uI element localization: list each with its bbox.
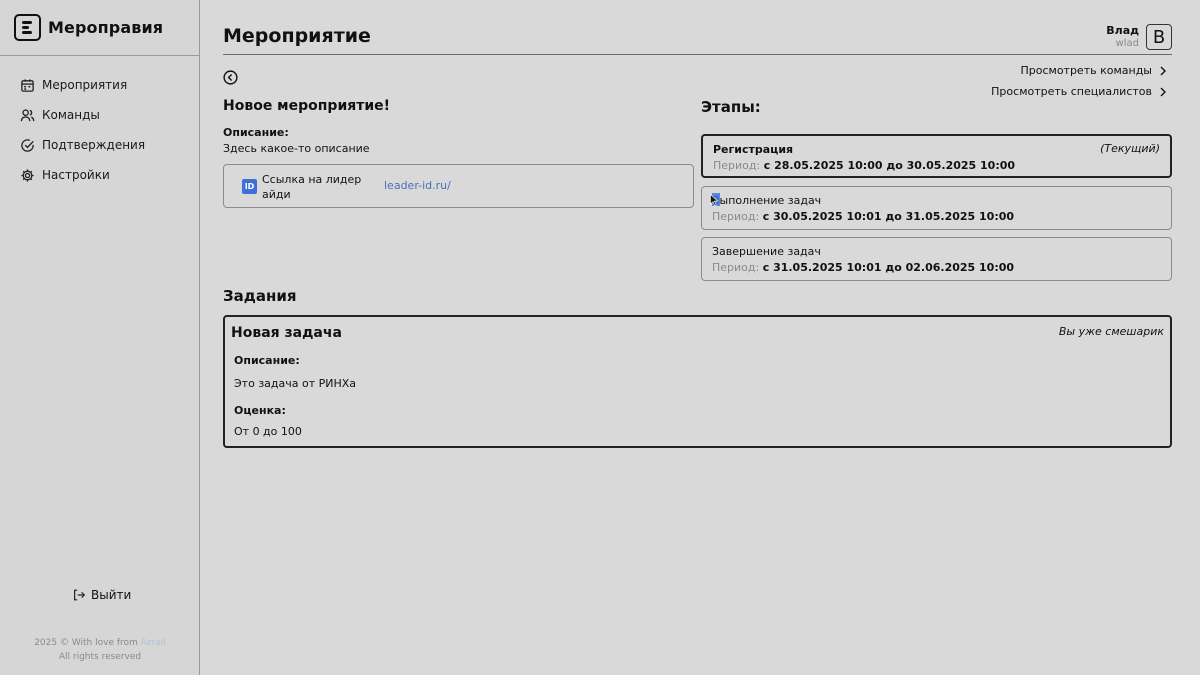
sidebar-nav: Мероприятия Команды Подтверждения Настро…: [0, 70, 199, 190]
view-specialists-link[interactable]: Просмотреть специалистов: [991, 81, 1168, 102]
user-info: Влад wlad: [1106, 24, 1139, 50]
stage-period-label: Период:: [713, 159, 761, 172]
stage-period-value: с 30.05.2025 10:01 до 31.05.2025 10:00: [762, 210, 1015, 223]
tasks-title: Задания: [223, 287, 297, 305]
sidebar-item-teams[interactable]: Команды: [0, 100, 199, 130]
mouse-cursor-icon: [710, 194, 719, 207]
sidebar-item-settings[interactable]: Настройки: [0, 160, 199, 190]
stage-name: Выполнение задач: [712, 194, 822, 207]
stages-title: Этапы:: [701, 98, 761, 116]
sidebar-item-label: Команды: [42, 108, 100, 122]
check-circle-icon: [20, 138, 35, 153]
footer-rights: All rights reserved: [58, 652, 142, 662]
page-title: Мероприятие: [223, 25, 371, 47]
chevron-right-icon: [1160, 87, 1166, 96]
task-status: Вы уже смешарик: [1058, 325, 1164, 338]
gear-icon: [20, 168, 35, 183]
stage-status: (Текущий): [1100, 142, 1160, 155]
user-menu[interactable]: Влад wlad B: [1106, 24, 1172, 50]
sidebar-item-events[interactable]: Мероприятия: [0, 70, 199, 100]
event-desc: Здесь какое-то описание: [223, 142, 370, 155]
stage-period: Период: с 28.05.2025 10:00 до 30.05.2025…: [713, 157, 1160, 174]
view-specialists-label: Просмотреть специалистов: [991, 85, 1152, 98]
stage-period-value: с 31.05.2025 10:01 до 02.06.2025 10:00: [762, 261, 1015, 274]
user-name: Влад: [1106, 24, 1139, 37]
user-login: wlad: [1115, 38, 1139, 49]
brand-name: Мероправия: [48, 18, 164, 37]
footer-copyright: 2025 © With love from: [34, 638, 138, 648]
sidebar-item-label: Подтверждения: [42, 138, 146, 152]
task-score-label: Оценка:: [234, 404, 286, 417]
quick-links: Просмотреть команды Просмотреть специали…: [991, 60, 1168, 102]
task-score: От 0 до 100: [234, 425, 302, 438]
event-title: Новое мероприятие!: [223, 98, 391, 114]
view-teams-link[interactable]: Просмотреть команды: [991, 60, 1168, 81]
logout-label: Выйти: [91, 588, 132, 602]
leader-id-link[interactable]: leader-id.ru/: [384, 179, 451, 192]
leader-id-label: Ссылка на лидер айди: [262, 173, 362, 201]
event-desc-label: Описание:: [223, 126, 289, 139]
calendar-icon: [20, 78, 35, 93]
leader-id-card: ID Ссылка на лидер айди leader-id.ru/: [223, 164, 694, 208]
leader-id-icon: ID: [242, 179, 257, 194]
task-desc-label: Описание:: [234, 354, 300, 367]
stage-period: Период: с 30.05.2025 10:01 до 31.05.2025…: [712, 208, 1161, 225]
header: Мероприятие Влад wlad B: [223, 0, 1172, 55]
sidebar-item-label: Мероприятия: [42, 78, 128, 92]
main-content: Мероприятие Влад wlad B Просмотреть кома…: [223, 0, 1172, 448]
task-name: Новая задача: [231, 325, 342, 341]
stage-card: Выполнение задач Период: с 30.05.2025 10…: [701, 186, 1172, 230]
task-card[interactable]: Новая задача Вы уже смешарик Описание: Э…: [223, 315, 1172, 448]
sidebar: Мероправия Мероприятия Команды Подтвержд…: [0, 0, 200, 675]
brand-logo-icon: [14, 14, 41, 41]
stage-period-label: Период:: [712, 261, 760, 274]
sidebar-item-label: Настройки: [42, 168, 110, 182]
sidebar-item-confirmations[interactable]: Подтверждения: [0, 130, 199, 160]
footer-author-link[interactable]: Azrail: [141, 638, 166, 648]
brand[interactable]: Мероправия: [0, 0, 199, 56]
logout-button[interactable]: Выйти: [72, 588, 131, 602]
footer: 2025 © With love from Azrail All rights …: [0, 636, 200, 664]
chevron-right-icon: [1160, 66, 1166, 75]
users-icon: [20, 108, 35, 123]
arrow-left-circle-icon: [223, 70, 238, 85]
stage-card: Регистрация (Текущий) Период: с 28.05.20…: [701, 134, 1172, 178]
stage-name: Завершение задач: [712, 245, 821, 258]
logout-icon: [74, 589, 86, 601]
avatar[interactable]: B: [1146, 24, 1172, 50]
stage-period-value: с 28.05.2025 10:00 до 30.05.2025 10:00: [763, 159, 1016, 172]
stage-card: Завершение задач Период: с 31.05.2025 10…: [701, 237, 1172, 281]
stage-period-label: Период:: [712, 210, 760, 223]
view-teams-label: Просмотреть команды: [1020, 64, 1152, 77]
stage-name: Регистрация: [713, 143, 794, 156]
back-button[interactable]: [223, 70, 238, 85]
stage-period: Период: с 31.05.2025 10:01 до 02.06.2025…: [712, 259, 1161, 276]
task-desc: Это задача от РИНХа: [234, 377, 357, 390]
